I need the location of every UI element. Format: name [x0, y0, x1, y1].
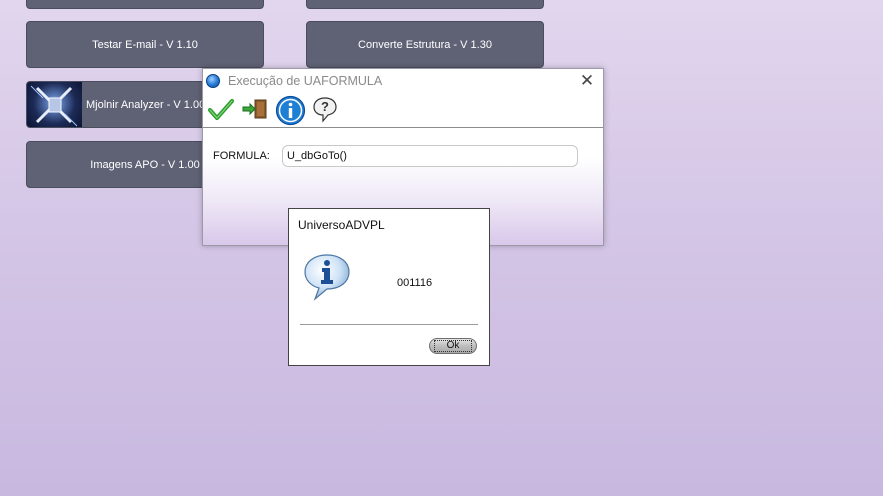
message-box: UniversoADVPL 001116 Ok	[288, 208, 490, 366]
formula-label: FORMULA:	[213, 150, 270, 162]
tile-testar-email[interactable]: Testar E-mail - V 1.10	[26, 21, 264, 68]
formula-input[interactable]	[282, 145, 578, 167]
close-button[interactable]: ✕	[579, 71, 595, 90]
dialog-toolbar: ?	[203, 93, 603, 128]
app-logo-icon	[206, 74, 220, 88]
info-button[interactable]	[275, 95, 306, 126]
dialog-titlebar[interactable]: Execução de UAFORMULA ✕	[203, 69, 603, 93]
tile-label: Converte Estrutura - V 1.30	[358, 38, 492, 51]
tile-converte-estrutura[interactable]: Converte Estrutura - V 1.30	[306, 21, 544, 68]
tile-label: Mjolnir Analyzer - V 1.00	[86, 98, 206, 111]
exit-door-icon	[242, 99, 267, 119]
close-icon: ✕	[579, 71, 595, 90]
confirm-button[interactable]	[206, 95, 236, 125]
info-icon	[275, 95, 306, 126]
svg-text:?: ?	[321, 99, 329, 114]
app-tile-top-right-partial[interactable]	[306, 0, 544, 9]
ok-button-label: Ok	[433, 340, 473, 352]
exit-button[interactable]	[240, 95, 270, 125]
info-bubble-icon	[304, 254, 350, 301]
help-icon: ?	[313, 97, 337, 123]
message-box-title: UniversoADVPL	[298, 218, 385, 232]
tile-label: Imagens APO - V 1.00	[90, 158, 200, 171]
check-icon	[208, 99, 234, 120]
message-text: 001116	[397, 277, 433, 289]
tile-label: Testar E-mail - V 1.10	[92, 38, 198, 51]
dialog-title: Execução de UAFORMULA	[228, 74, 383, 88]
ok-button[interactable]: Ok	[429, 338, 477, 354]
app-tile-top-left-partial[interactable]	[26, 0, 264, 9]
message-divider	[300, 324, 478, 325]
help-button[interactable]: ?	[310, 95, 340, 125]
mjolnir-thumbnail	[27, 82, 82, 127]
